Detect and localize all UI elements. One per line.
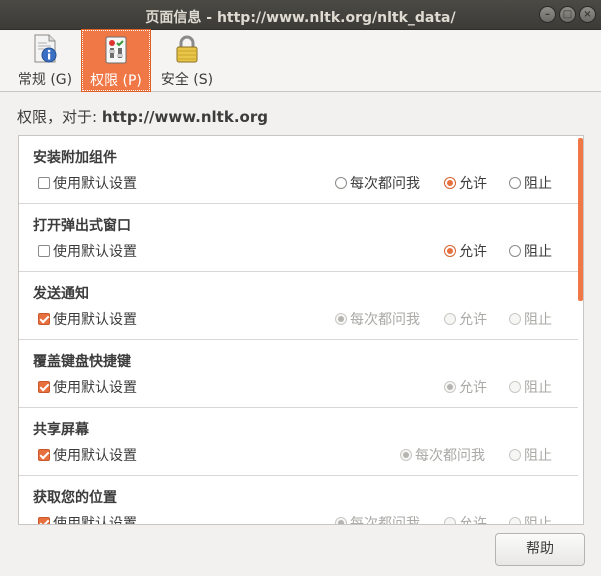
radio-circle <box>444 313 456 325</box>
use-default-checkbox[interactable]: 使用默认设置 <box>38 447 137 465</box>
permissions-icon <box>105 36 127 64</box>
permission-row-notifications: 发送通知 使用默认设置 每次都问我 允许 阻止 <box>19 272 578 340</box>
radio-ask-every-time[interactable]: 每次都问我 <box>335 311 420 329</box>
radio-label: 阻止 <box>524 312 552 328</box>
checkbox-box <box>38 381 50 393</box>
radio-label: 允许 <box>459 516 487 525</box>
radio-circle <box>444 245 456 257</box>
permission-row-install-addons: 安装附加组件 使用默认设置 每次都问我 允许 阻止 <box>19 136 578 204</box>
radio-allow[interactable]: 允许 <box>444 311 487 329</box>
help-button[interactable]: 帮助 <box>495 533 585 566</box>
use-default-checkbox[interactable]: 使用默认设置 <box>38 379 137 397</box>
use-default-label: 使用默认设置 <box>53 516 137 525</box>
use-default-checkbox[interactable]: 使用默认设置 <box>38 243 137 261</box>
checkbox-box <box>38 313 50 325</box>
use-default-label: 使用默认设置 <box>53 176 137 192</box>
radio-circle <box>509 517 521 524</box>
tab-security[interactable]: 安全 (S) <box>156 30 218 91</box>
maximize-button[interactable]: □ <box>559 6 576 23</box>
radio-circle <box>509 245 521 257</box>
radio-allow[interactable]: 允许 <box>444 175 487 193</box>
radio-label: 允许 <box>459 244 487 260</box>
radio-block[interactable]: 阻止 <box>509 447 552 465</box>
radio-label: 阻止 <box>524 244 552 260</box>
permission-title: 获取您的位置 <box>33 490 117 506</box>
tab-security-label: 安全 (S) <box>160 72 214 88</box>
window-titlebar: 页面信息 - http://www.nltk.org/nltk_data/ – … <box>0 0 601 30</box>
use-default-label: 使用默认设置 <box>53 380 137 396</box>
minimize-button[interactable]: – <box>539 6 556 23</box>
permission-title: 安装附加组件 <box>33 150 117 166</box>
radio-label: 每次都问我 <box>415 448 485 464</box>
page-info-icon <box>34 34 57 63</box>
radio-circle <box>509 449 521 461</box>
permission-title: 覆盖键盘快捷键 <box>33 354 131 370</box>
checkbox-box <box>38 245 50 257</box>
radio-circle <box>509 381 521 393</box>
permissions-heading: 权限，对于: http://www.nltk.org <box>17 106 268 127</box>
use-default-checkbox[interactable]: 使用默认设置 <box>38 515 137 525</box>
radio-ask-every-time[interactable]: 每次都问我 <box>335 175 420 193</box>
toolbar: 常规 (G) 权限 (P) 安全 (S) <box>0 29 601 92</box>
radio-circle <box>444 517 456 524</box>
radio-circle <box>335 177 347 189</box>
radio-ask-every-time[interactable]: 每次都问我 <box>335 515 420 525</box>
radio-label: 允许 <box>459 176 487 192</box>
close-button[interactable]: × <box>579 6 596 23</box>
radio-block[interactable]: 阻止 <box>509 379 552 397</box>
radio-label: 每次都问我 <box>350 176 420 192</box>
radio-label: 允许 <box>459 312 487 328</box>
checkbox-box <box>38 517 50 524</box>
tab-general[interactable]: 常规 (G) <box>14 30 76 91</box>
radio-circle <box>335 313 347 325</box>
radio-block[interactable]: 阻止 <box>509 515 552 525</box>
heading-prefix: 权限，对于: <box>17 108 102 126</box>
radio-label: 阻止 <box>524 176 552 192</box>
radio-label: 阻止 <box>524 380 552 396</box>
window-title: 页面信息 - http://www.nltk.org/nltk_data/ <box>145 10 456 26</box>
checkbox-box <box>38 177 50 189</box>
radio-circle <box>444 177 456 189</box>
radio-label: 阻止 <box>524 516 552 525</box>
radio-block[interactable]: 阻止 <box>509 243 552 261</box>
heading-site: http://www.nltk.org <box>101 108 268 126</box>
radio-circle <box>335 517 347 524</box>
radio-allow[interactable]: 允许 <box>444 515 487 525</box>
permissions-list[interactable]: 安装附加组件 使用默认设置 每次都问我 允许 阻止 打开弹出式窗口 使用默认设置… <box>18 135 584 525</box>
tab-general-label: 常规 (G) <box>17 72 73 88</box>
radio-circle <box>400 449 412 461</box>
use-default-checkbox[interactable]: 使用默认设置 <box>38 311 137 329</box>
permission-row-popups: 打开弹出式窗口 使用默认设置 允许 阻止 <box>19 204 578 272</box>
radio-label: 每次都问我 <box>350 312 420 328</box>
radio-circle <box>444 381 456 393</box>
permission-row-share-screen: 共享屏幕 使用默认设置 每次都问我 阻止 <box>19 408 578 476</box>
tab-permissions[interactable]: 权限 (P) <box>81 29 151 92</box>
permission-row-location: 获取您的位置 使用默认设置 每次都问我 允许 阻止 <box>19 476 578 525</box>
use-default-label: 使用默认设置 <box>53 312 137 328</box>
permission-title: 发送通知 <box>33 286 89 302</box>
radio-block[interactable]: 阻止 <box>509 175 552 193</box>
use-default-checkbox[interactable]: 使用默认设置 <box>38 175 137 193</box>
use-default-label: 使用默认设置 <box>53 244 137 260</box>
tab-permissions-label: 权限 (P) <box>90 73 142 89</box>
radio-label: 阻止 <box>524 448 552 464</box>
radio-ask-every-time[interactable]: 每次都问我 <box>400 447 485 465</box>
padlock-icon <box>176 35 198 63</box>
scrollbar-thumb[interactable] <box>578 138 583 301</box>
radio-allow[interactable]: 允许 <box>444 243 487 261</box>
radio-allow[interactable]: 允许 <box>444 379 487 397</box>
radio-label: 每次都问我 <box>350 516 420 525</box>
radio-label: 允许 <box>459 380 487 396</box>
radio-circle <box>509 313 521 325</box>
permission-title: 打开弹出式窗口 <box>33 218 131 234</box>
permission-title: 共享屏幕 <box>33 422 89 438</box>
radio-block[interactable]: 阻止 <box>509 311 552 329</box>
permission-row-keyboard-shortcuts: 覆盖键盘快捷键 使用默认设置 允许 阻止 <box>19 340 578 408</box>
radio-circle <box>509 177 521 189</box>
checkbox-box <box>38 449 50 461</box>
use-default-label: 使用默认设置 <box>53 448 137 464</box>
